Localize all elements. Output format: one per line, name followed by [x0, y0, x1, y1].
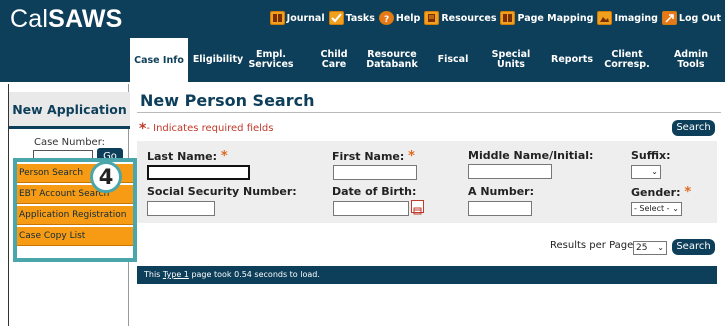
tab-eligibility[interactable]: Eligibility	[192, 38, 244, 82]
ssn-label: Social Security Number:	[147, 185, 297, 198]
chevron-down-icon: ⌄	[651, 167, 658, 176]
sidebar-title: New Application	[9, 92, 130, 129]
app-window: CalSAWS Journal Tasks ? Help Resources P…	[0, 0, 725, 326]
search-button-bottom[interactable]: Search	[672, 239, 715, 255]
search-button-top[interactable]: Search	[672, 120, 715, 136]
page-mapping-link[interactable]: Page Mapping	[500, 11, 593, 25]
main-nav: Case Info Eligibility Empl. Services Chi…	[0, 38, 725, 84]
tab-child-care[interactable]: Child Care	[309, 38, 359, 82]
first-name-input[interactable]	[333, 165, 417, 180]
help-link[interactable]: ? Help	[378, 11, 420, 25]
nav-spacer	[0, 38, 130, 82]
title-divider	[137, 112, 721, 113]
middle-name-input[interactable]	[468, 164, 552, 179]
type-1-link[interactable]: Type 1	[163, 270, 189, 279]
a-number-label: A Number:	[468, 185, 534, 198]
top-links: Journal Tasks ? Help Resources Page Mapp…	[266, 11, 721, 25]
dob-label: Date of Birth:	[332, 185, 417, 198]
gender-select[interactable]: - Select - ⌄	[631, 202, 682, 216]
calsaws-logo[interactable]: CalSAWS	[10, 5, 123, 34]
dob-input[interactable]	[333, 201, 409, 216]
svg-text:?: ?	[384, 15, 389, 23]
last-name-input[interactable]	[147, 165, 250, 180]
document-icon	[424, 11, 440, 25]
last-name-label: Last Name: *	[147, 149, 228, 164]
a-number-input[interactable]	[468, 201, 532, 216]
checkbox-icon	[328, 11, 344, 25]
page-title: New Person Search	[140, 91, 315, 110]
first-name-label: First Name: *	[332, 149, 415, 164]
middle-name-label: Middle Name/Initial:	[468, 149, 594, 162]
case-number-label: Case Number:	[33, 137, 105, 148]
results-per-page-select[interactable]: 25 ⌄	[633, 241, 667, 255]
sidebar-item-application-registration[interactable]: Application Registration	[17, 206, 133, 225]
tab-case-info[interactable]: Case Info	[130, 38, 188, 84]
ssn-input[interactable]	[147, 201, 215, 216]
calendar-icon[interactable]	[411, 200, 424, 215]
suffix-label: Suffix:	[631, 149, 671, 162]
search-form: Last Name: * First Name: * Middle Name/I…	[137, 141, 717, 223]
imaging-link[interactable]: Imaging	[597, 11, 658, 25]
logout-link[interactable]: Log Out	[661, 11, 721, 25]
main-content: New Person Search *- Indicates required …	[137, 84, 725, 326]
help-icon: ?	[378, 11, 394, 25]
tab-admin-tools[interactable]: Admin Tools	[661, 38, 721, 82]
required-note: *- Indicates required fields	[139, 121, 274, 137]
tab-client-corresp[interactable]: Client Corresp.	[603, 38, 651, 82]
image-icon	[597, 11, 613, 25]
step-callout-badge: 4	[90, 161, 122, 193]
gender-label: Gender: *	[631, 185, 692, 200]
tasks-link[interactable]: Tasks	[328, 11, 375, 25]
chevron-down-icon: ⌄	[657, 243, 664, 252]
top-bar: CalSAWS Journal Tasks ? Help Resources P…	[0, 0, 725, 38]
logout-icon	[661, 11, 677, 25]
suffix-select[interactable]: ⌄	[631, 165, 661, 179]
book-icon	[269, 11, 285, 25]
tab-fiscal[interactable]: Fiscal	[435, 38, 471, 82]
results-per-page-label: Results per Page:	[550, 240, 637, 251]
tab-reports[interactable]: Reports	[549, 38, 595, 82]
book-icon	[500, 11, 516, 25]
tab-special-units[interactable]: Special Units	[489, 38, 533, 82]
page-load-status: This Type 1 page took 0.54 seconds to lo…	[137, 266, 717, 284]
tab-empl-services[interactable]: Empl. Services	[248, 38, 293, 82]
tab-resource-databank[interactable]: Resource Databank	[366, 38, 418, 82]
journal-link[interactable]: Journal	[269, 11, 325, 25]
chevron-down-icon: ⌄	[672, 204, 679, 213]
sidebar-item-case-copy-list[interactable]: Case Copy List	[17, 227, 133, 246]
resources-link[interactable]: Resources	[424, 11, 496, 25]
